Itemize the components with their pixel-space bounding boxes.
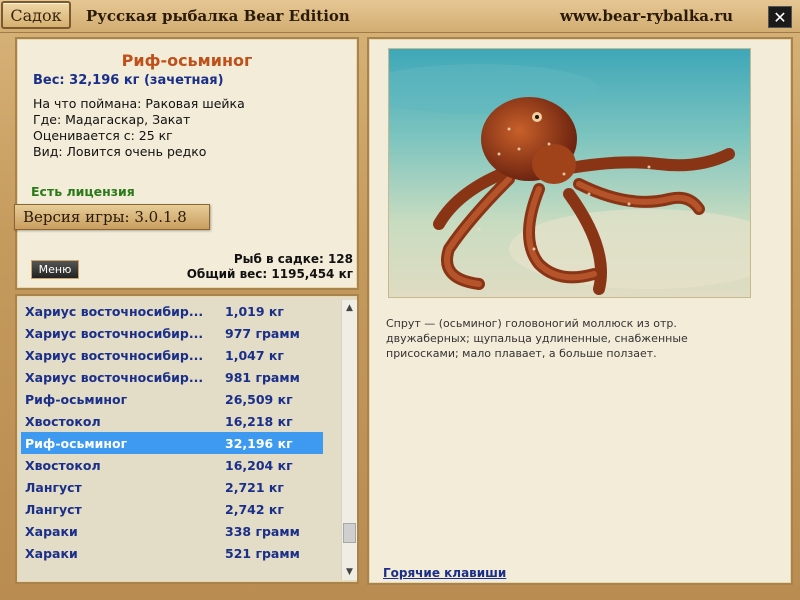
scroll-up-icon[interactable]: ▲ bbox=[342, 300, 357, 316]
list-item-name: Хвостокол bbox=[25, 457, 101, 473]
menu-button[interactable]: Меню bbox=[31, 260, 79, 279]
site-url[interactable]: www.bear-rybalka.ru bbox=[560, 7, 733, 25]
list-item-name: Лангуст bbox=[25, 479, 82, 495]
list-item[interactable]: Лангуст 2,742 кг bbox=[21, 498, 323, 520]
title-bar: Садок Русская рыбалка Bear Edition www.b… bbox=[0, 0, 800, 33]
scroll-thumb[interactable] bbox=[343, 523, 356, 544]
list-item-name: Риф-осьминог bbox=[25, 435, 128, 451]
list-item-name: Хвостокол bbox=[25, 413, 101, 429]
list-scrollbar[interactable]: ▲ ▼ bbox=[341, 300, 357, 580]
list-item-name: Хараки bbox=[25, 523, 78, 539]
list-item[interactable]: Риф-осьминог 26,509 кг bbox=[21, 388, 323, 410]
list-item-name: Хариус восточносибир... bbox=[25, 369, 204, 385]
list-item[interactable]: Хвостокол 16,218 кг bbox=[21, 410, 323, 432]
fish-description: Спрут — (осьминог) головоногий моллюск и… bbox=[386, 317, 688, 360]
version-banner: Версия игры: 3.0.1.8 bbox=[14, 204, 210, 230]
valued-from-text: Оценивается с: 25 кг bbox=[33, 128, 173, 143]
list-item[interactable]: Лангуст 2,721 кг bbox=[21, 476, 323, 498]
list-item-weight: 977 грамм bbox=[225, 325, 300, 341]
photo-panel: Спрут — (осьминог) головоногий моллюск и… bbox=[367, 37, 793, 585]
app-frame: Садок Русская рыбалка Bear Edition www.b… bbox=[0, 0, 800, 600]
list-item[interactable]: Хариус восточносибир... 981 грамм bbox=[21, 366, 323, 388]
close-icon[interactable]: ✕ bbox=[768, 6, 792, 28]
list-item-weight: 1,019 кг bbox=[225, 303, 284, 319]
list-item[interactable]: Хариус восточносибир... 1,019 кг bbox=[21, 300, 323, 322]
list-item-name: Риф-осьминог bbox=[25, 391, 128, 407]
list-item-weight: 981 грамм bbox=[225, 369, 300, 385]
fish-list: Хариус восточносибир... 1,019 кг Хариус во… bbox=[21, 300, 323, 564]
app-title: Русская рыбалка Bear Edition bbox=[86, 7, 350, 25]
list-item[interactable]: Риф-осьминог 32,196 кг bbox=[21, 432, 323, 454]
location-text: Где: Мадагаскар, Закат bbox=[33, 112, 191, 127]
list-item-name: Хариус восточносибир... bbox=[25, 325, 204, 341]
octopus-illustration bbox=[389, 49, 750, 297]
list-item-weight: 338 грамм bbox=[225, 523, 300, 539]
octopus-photo bbox=[388, 48, 751, 298]
rarity-text: Вид: Ловится очень редко bbox=[33, 144, 207, 159]
sadok-button[interactable]: Садок bbox=[1, 1, 71, 29]
list-item[interactable]: Хариус восточносибир... 977 грамм bbox=[21, 322, 323, 344]
fish-info-panel: Риф-осьминог Вес: 32,196 кг (зачетная) Н… bbox=[14, 37, 359, 290]
list-item-name: Хариус восточносибир... bbox=[25, 303, 204, 319]
fish-list-panel: Хариус восточносибир... 1,019 кг Хариус во… bbox=[15, 294, 359, 584]
caught-on-text: На что поймана: Раковая шейка bbox=[33, 96, 245, 111]
list-item-weight: 26,509 кг bbox=[225, 391, 293, 407]
total-weight: Общий вес: 1195,454 кг bbox=[186, 267, 353, 281]
license-status: Есть лицензия bbox=[31, 184, 135, 199]
list-item-weight: 2,742 кг bbox=[225, 501, 284, 517]
list-item[interactable]: Хвостокол 16,204 кг bbox=[21, 454, 323, 476]
list-item-weight: 16,218 кг bbox=[225, 413, 293, 429]
fish-count: Рыб в садке: 128 bbox=[233, 252, 353, 266]
list-item[interactable]: Хараки 338 грамм bbox=[21, 520, 323, 542]
list-item[interactable]: Хараки 521 грамм bbox=[21, 542, 323, 564]
hotkeys-link[interactable]: Горячие клавиши bbox=[383, 566, 506, 580]
scroll-down-icon[interactable]: ▼ bbox=[342, 564, 357, 580]
fish-name-title: Риф-осьминог bbox=[121, 51, 253, 70]
list-item-weight: 521 грамм bbox=[225, 545, 300, 561]
list-item-name: Хараки bbox=[25, 545, 78, 561]
list-item-weight: 32,196 кг bbox=[225, 435, 293, 451]
list-item-name: Хариус восточносибир... bbox=[25, 347, 204, 363]
list-item[interactable]: Хариус восточносибир... 1,047 кг bbox=[21, 344, 323, 366]
list-item-weight: 2,721 кг bbox=[225, 479, 284, 495]
list-item-weight: 1,047 кг bbox=[225, 347, 284, 363]
list-item-name: Лангуст bbox=[25, 501, 82, 517]
fish-weight: Вес: 32,196 кг (зачетная) bbox=[33, 73, 224, 88]
list-item-weight: 16,204 кг bbox=[225, 457, 293, 473]
